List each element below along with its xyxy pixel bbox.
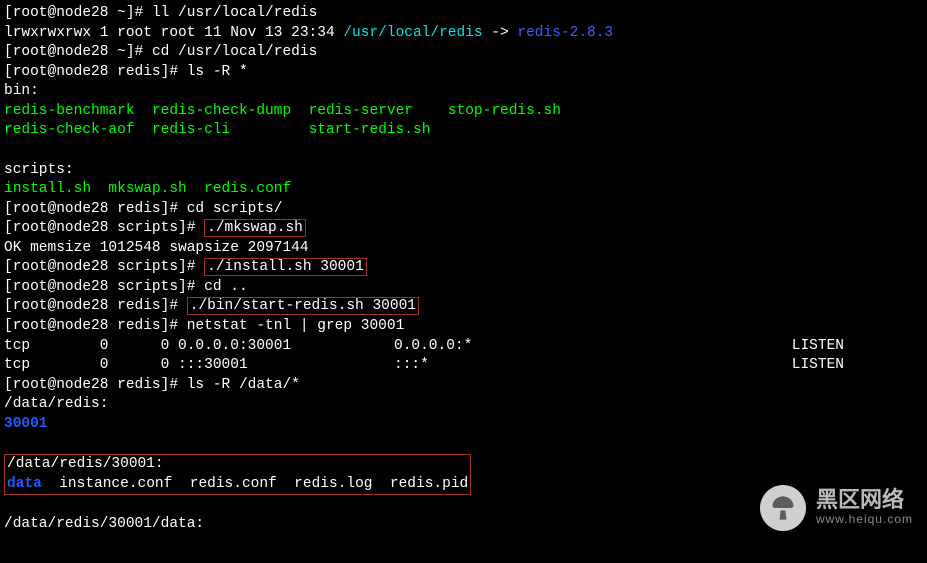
terminal-content: [root@node28 ~]# ll /usr/local/redis lrw… <box>4 4 923 534</box>
prompt: [root@node28 redis]# <box>4 64 187 80</box>
netstat-state: LISTEN <box>674 337 844 357</box>
command: ls -R /data/* <box>187 377 300 393</box>
file-name: redis.pid <box>390 476 468 492</box>
dir-header: /data/redis/30001: <box>7 456 164 472</box>
arrow: -> <box>483 25 518 41</box>
file-name: redis.log <box>294 476 372 492</box>
ls-perms: lrwxrwxrwx 1 root root 11 Nov 13 23:34 <box>4 25 343 41</box>
watermark-url: www.heiqu.com <box>816 511 913 527</box>
blank-line <box>4 141 923 161</box>
cmd-line: [root@node28 ~]# cd /usr/local/redis <box>4 43 923 63</box>
symlink-name: /usr/local/redis <box>343 25 482 41</box>
file-executable: redis-check-dump <box>152 103 291 119</box>
file-executable: stop-redis.sh <box>448 103 561 119</box>
prompt: [root@node28 ~]# <box>4 44 152 60</box>
command: netstat -tnl | grep 30001 <box>187 318 405 334</box>
netstat-foreign: :::* <box>394 356 674 376</box>
prompt: [root@node28 redis]# <box>4 201 187 217</box>
file-executable: redis-benchmark <box>4 103 135 119</box>
prompt: [root@node28 ~]# <box>4 5 152 21</box>
directory-name: data <box>7 476 42 492</box>
netstat-local: tcp 0 0 0.0.0.0:30001 <box>4 337 394 357</box>
netstat-state: LISTEN <box>674 356 844 376</box>
cmd-line: [root@node28 redis]# ls -R /data/* <box>4 376 923 396</box>
watermark: 黑区网络 www.heiqu.com <box>760 485 913 531</box>
watermark-title: 黑区网络 <box>816 489 913 511</box>
cmd-line: [root@node28 redis]# ls -R * <box>4 63 923 83</box>
file-executable: redis-server <box>309 103 413 119</box>
mushroom-icon <box>760 485 806 531</box>
command: cd .. <box>204 279 248 295</box>
cmd-line: [root@node28 scripts]# ./mkswap.sh <box>4 219 923 239</box>
netstat-row: tcp 0 0 0.0.0.0:300010.0.0.0:*LISTEN <box>4 337 923 357</box>
file-list-row: redis-benchmark redis-check-dump redis-s… <box>4 102 923 122</box>
output-line: OK memsize 1012548 swapsize 2097144 <box>4 239 923 259</box>
netstat-row: tcp 0 0 :::30001:::*LISTEN <box>4 356 923 376</box>
cmd-line: [root@node28 scripts]# ./install.sh 3000… <box>4 258 923 278</box>
command: cd scripts/ <box>187 201 283 217</box>
highlighted-command: ./mkswap.sh <box>204 219 306 237</box>
prompt: [root@node28 scripts]# <box>4 220 204 236</box>
file-list-row: install.sh mkswap.sh redis.conf <box>4 180 923 200</box>
command: ls -R * <box>187 64 248 80</box>
cmd-line: [root@node28 scripts]# cd .. <box>4 278 923 298</box>
file-executable: start-redis.sh <box>309 122 431 138</box>
netstat-local: tcp 0 0 :::30001 <box>4 356 394 376</box>
command: cd /usr/local/redis <box>152 44 317 60</box>
file-executable: mkswap.sh <box>108 181 186 197</box>
prompt: [root@node28 redis]# <box>4 298 187 314</box>
command: ll /usr/local/redis <box>152 5 317 21</box>
file-executable: install.sh <box>4 181 91 197</box>
symlink-target: redis-2.8.3 <box>517 25 613 41</box>
blank-line <box>4 434 923 454</box>
netstat-foreign: 0.0.0.0:* <box>394 337 674 357</box>
highlighted-command: ./install.sh 30001 <box>204 258 367 276</box>
file-executable: redis-check-aof <box>4 122 135 138</box>
cmd-line: [root@node28 ~]# ll /usr/local/redis <box>4 4 923 24</box>
prompt: [root@node28 scripts]# <box>4 279 204 295</box>
cmd-line: [root@node28 redis]# netstat -tnl | grep… <box>4 317 923 337</box>
file-executable: redis-cli <box>152 122 230 138</box>
watermark-text: 黑区网络 www.heiqu.com <box>816 489 913 527</box>
file-name: redis.conf <box>190 476 277 492</box>
output-line: lrwxrwxrwx 1 root root 11 Nov 13 23:34 /… <box>4 24 923 44</box>
file-executable: redis.conf <box>204 181 291 197</box>
prompt: [root@node28 redis]# <box>4 318 187 334</box>
file-name: instance.conf <box>59 476 172 492</box>
prompt: [root@node28 scripts]# <box>4 259 204 275</box>
highlighted-command: ./bin/start-redis.sh 30001 <box>187 297 419 315</box>
dir-header: scripts: <box>4 161 923 181</box>
cmd-line: [root@node28 redis]# ./bin/start-redis.s… <box>4 297 923 317</box>
dir-header: /data/redis: <box>4 395 923 415</box>
cmd-line: [root@node28 redis]# cd scripts/ <box>4 200 923 220</box>
directory-name: 30001 <box>4 415 923 435</box>
prompt: [root@node28 redis]# <box>4 377 187 393</box>
dir-header: bin: <box>4 82 923 102</box>
file-list-row: redis-check-aof redis-cli start-redis.sh <box>4 121 923 141</box>
